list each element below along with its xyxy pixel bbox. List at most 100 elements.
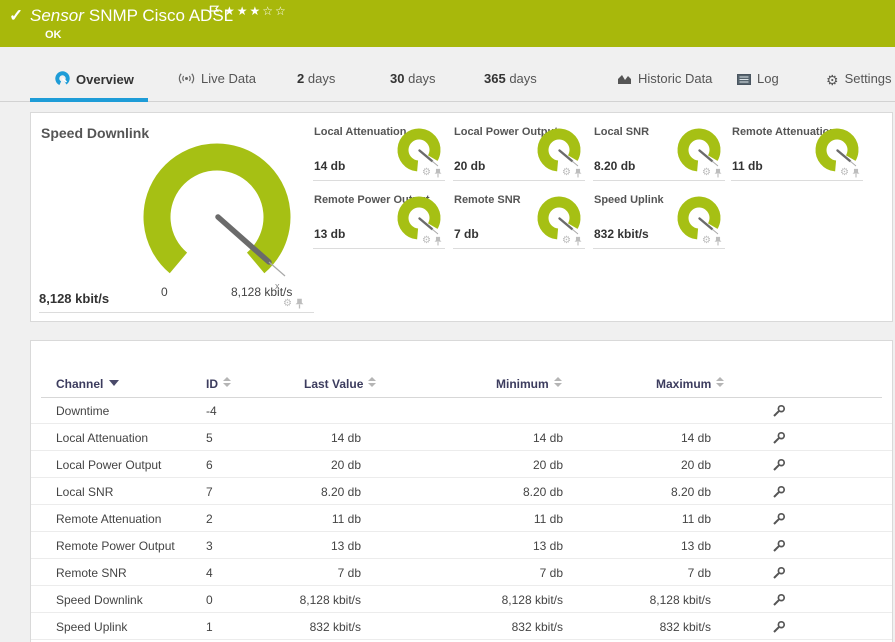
mini-gauge-title: Speed Uplink <box>594 194 664 206</box>
pin-icon[interactable] <box>852 168 860 178</box>
mini-tile-actions: ⚙ <box>702 168 722 178</box>
tab-settings-label: Settings <box>844 71 892 86</box>
mini-gauge-tile: Local Power Output 20 db ⚙ <box>453 123 585 181</box>
table-row[interactable]: Remote SNR 4 7 db 7 db 7 db <box>31 559 892 586</box>
channel-settings-gear-icon[interactable]: ⚙ <box>283 298 292 309</box>
column-header-maximum[interactable]: Maximum <box>656 377 725 391</box>
main-tile-actions: ⚙ <box>283 298 304 309</box>
column-header-minimum[interactable]: Minimum <box>496 377 562 391</box>
table-row[interactable]: Downtime -4 <box>31 397 892 424</box>
edit-channel-wrench-icon[interactable] <box>772 512 786 529</box>
tab-historic-data[interactable]: Historic Data <box>617 71 712 88</box>
mini-tile-actions: ⚙ <box>562 236 582 246</box>
mini-gauge-title: Local SNR <box>594 126 650 138</box>
table-row[interactable]: Speed Downlink 0 8,128 kbit/s 8,128 kbit/s 8… <box>31 586 892 613</box>
mini-gauge-tile: Remote Attenuation 11 db ⚙ <box>731 123 863 181</box>
sort-desc-icon <box>109 380 120 386</box>
tab-live-data-label: Live Data <box>201 71 256 86</box>
sensor-header-bar: ✓ Sensor SNMP Cisco ADSL ★★★☆☆ OK <box>0 0 895 47</box>
historic-chart-icon <box>617 73 632 88</box>
tab-2-days[interactable]: 2 days <box>297 71 335 86</box>
sort-icon <box>716 377 725 387</box>
table-row[interactable]: Remote Power Output 3 13 db 13 db 13 db <box>31 532 892 559</box>
channel-settings-gear-icon[interactable]: ⚙ <box>422 168 431 178</box>
edit-channel-wrench-icon[interactable] <box>772 485 786 502</box>
tab-historic-data-label: Historic Data <box>638 71 713 86</box>
pin-icon[interactable] <box>574 168 582 178</box>
mini-tile-actions: ⚙ <box>422 168 442 178</box>
priority-stars[interactable]: ★★★☆☆ <box>224 4 288 18</box>
edit-channel-wrench-icon[interactable] <box>772 458 786 475</box>
tile-divider <box>39 312 314 313</box>
edit-channel-wrench-icon[interactable] <box>772 620 786 637</box>
pin-icon[interactable] <box>574 236 582 246</box>
pin-icon[interactable] <box>714 236 722 246</box>
sort-icon <box>368 377 377 387</box>
main-gauge-value: 8,128 kbit/s <box>39 291 110 306</box>
gauges-panel: Speed Downlink x 0 8,128 kbit/s 8,128 kb… <box>30 112 893 322</box>
mini-gauge-value: 14 db <box>314 159 346 173</box>
column-header-last-value[interactable]: Last Value <box>304 377 377 391</box>
mini-gauge-title: Remote SNR <box>454 194 521 206</box>
tab-live-data[interactable]: Live Data <box>178 71 256 88</box>
tab-30-days-label: days <box>408 71 436 86</box>
channel-settings-gear-icon[interactable]: ⚙ <box>840 168 849 178</box>
sort-icon <box>223 377 231 387</box>
channel-settings-gear-icon[interactable]: ⚙ <box>702 236 711 246</box>
flag-icon[interactable] <box>209 5 220 17</box>
tab-365-days-label: days <box>509 71 537 86</box>
tab-bar: Overview Live Data 2 days 30 days 365 da… <box>0 47 895 102</box>
channels-table-panel: Channel ID Last Value Minimum Maximum Do… <box>30 340 893 642</box>
edit-channel-wrench-icon[interactable] <box>772 593 786 610</box>
tab-2-days-label: days <box>307 71 336 86</box>
edit-channel-wrench-icon[interactable] <box>772 431 786 448</box>
tab-365-days[interactable]: 365 days <box>484 71 537 86</box>
table-row[interactable]: Local Attenuation 5 14 db 14 db 14 db <box>31 424 892 451</box>
mini-gauge-tile: Local Attenuation 14 db ⚙ <box>313 123 445 181</box>
gauge-scale-max: 8,128 kbit/s <box>231 285 293 299</box>
mini-gauge-value: 832 kbit/s <box>594 227 649 241</box>
channel-settings-gear-icon[interactable]: ⚙ <box>562 236 571 246</box>
status-check-icon: ✓ <box>9 6 24 25</box>
live-data-icon <box>178 72 195 88</box>
edit-channel-wrench-icon[interactable] <box>772 404 786 421</box>
mini-gauge-value: 8.20 db <box>594 159 636 173</box>
pin-icon[interactable] <box>434 168 442 178</box>
mini-tile-actions: ⚙ <box>562 168 582 178</box>
pin-icon[interactable] <box>295 298 304 309</box>
tab-log-label: Log <box>757 71 779 86</box>
table-row[interactable]: Remote Attenuation 2 11 db 11 db 11 db <box>31 505 892 532</box>
mini-gauge-value: 13 db <box>314 227 346 241</box>
active-tab-underline <box>30 98 148 102</box>
status-badge: OK <box>45 29 62 41</box>
channel-settings-gear-icon[interactable]: ⚙ <box>702 168 711 178</box>
mini-gauge-value: 7 db <box>454 227 479 241</box>
column-header-channel[interactable]: Channel <box>56 377 120 391</box>
edit-channel-wrench-icon[interactable] <box>772 566 786 583</box>
pin-icon[interactable] <box>434 236 442 246</box>
table-row[interactable]: Local Power Output 6 20 db 20 db 20 db <box>31 451 892 478</box>
edit-channel-wrench-icon[interactable] <box>772 539 786 556</box>
mini-tile-actions: ⚙ <box>840 168 860 178</box>
tab-30-days[interactable]: 30 days <box>390 71 436 86</box>
log-icon <box>737 73 751 88</box>
tab-settings[interactable]: ⚙ Settings <box>826 71 892 89</box>
table-row[interactable]: Local SNR 7 8.20 db 8.20 db 8.20 db <box>31 478 892 505</box>
pin-icon[interactable] <box>714 168 722 178</box>
gear-icon: ⚙ <box>826 72 839 88</box>
mini-gauge-tile: Remote SNR 7 db ⚙ <box>453 191 585 249</box>
sensor-title: Sensor SNMP Cisco ADSL <box>30 6 233 26</box>
speed-downlink-gauge: x <box>143 143 291 291</box>
gauge-icon <box>55 71 70 89</box>
sort-icon <box>553 377 562 387</box>
column-header-id[interactable]: ID <box>206 377 231 391</box>
table-row[interactable]: Speed Uplink 1 832 kbit/s 832 kbit/s 832 kbi… <box>31 613 892 640</box>
mini-tile-actions: ⚙ <box>702 236 722 246</box>
channel-settings-gear-icon[interactable]: ⚙ <box>562 168 571 178</box>
mini-gauge-value: 20 db <box>454 159 486 173</box>
tab-overview[interactable]: Overview <box>55 71 134 89</box>
tab-log[interactable]: Log <box>737 71 779 88</box>
mini-gauge-tile: Speed Uplink 832 kbit/s ⚙ <box>593 191 725 249</box>
channel-settings-gear-icon[interactable]: ⚙ <box>422 236 431 246</box>
gauge-scale-min: 0 <box>161 285 168 299</box>
